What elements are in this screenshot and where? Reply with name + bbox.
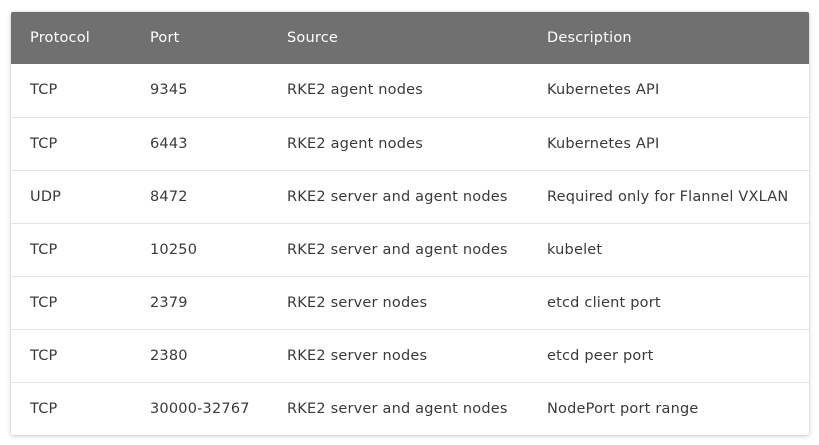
table-row: TCP 2379 RKE2 server nodes etcd client p… [11,276,809,329]
table-row: TCP 9345 RKE2 agent nodes Kubernetes API [11,64,809,117]
table-row: TCP 6443 RKE2 agent nodes Kubernetes API [11,117,809,170]
source-cell: RKE2 server and agent nodes [287,188,508,205]
protocol-cell: TCP [30,400,58,417]
protocol-cell: TCP [30,82,58,99]
source-cell: RKE2 server nodes [287,347,428,364]
description-cell: Kubernetes API [547,82,660,99]
port-cell: 8472 [150,188,188,205]
column-header-protocol: Protocol [30,30,91,46]
table-row: TCP 30000-32767 RKE2 server and agent no… [11,382,809,435]
source-cell: RKE2 server nodes [287,294,428,311]
column-header-port: Port [150,30,180,46]
description-cell: etcd peer port [547,347,654,364]
description-cell: kubelet [547,241,603,258]
column-header-source: Source [287,30,339,46]
port-cell: 2379 [150,294,188,311]
table-row: TCP 2380 RKE2 server nodes etcd peer por… [11,329,809,382]
protocol-cell: UDP [30,188,62,205]
description-cell: NodePort port range [547,400,699,417]
source-cell: RKE2 server and agent nodes [287,400,508,417]
protocol-cell: TCP [30,294,58,311]
protocol-cell: TCP [30,347,58,364]
ports-table-container: Protocol Port Source Description TCP 934… [11,12,809,435]
description-cell: Kubernetes API [547,135,660,152]
table-row: UDP 8472 RKE2 server and agent nodes Req… [11,170,809,223]
protocol-cell: TCP [30,241,58,258]
table-row: TCP 10250 RKE2 server and agent nodes ku… [11,223,809,276]
description-cell: etcd client port [547,294,661,311]
port-cell: 6443 [150,135,188,152]
port-cell: 9345 [150,82,188,99]
port-cell: 10250 [150,241,198,258]
inbound-ports-table: Protocol Port Source Description TCP 934… [11,12,809,435]
port-cell: 30000-32767 [150,400,250,417]
column-header-description: Description [547,30,632,46]
table-header: Protocol Port Source Description [11,12,809,64]
description-cell: Required only for Flannel VXLAN [547,188,789,205]
table-body: TCP 9345 RKE2 agent nodes Kubernetes API… [11,64,809,435]
header-row: Protocol Port Source Description [11,12,809,64]
protocol-cell: TCP [30,135,58,152]
source-cell: RKE2 server and agent nodes [287,241,508,258]
source-cell: RKE2 agent nodes [287,82,424,99]
port-cell: 2380 [150,347,188,364]
source-cell: RKE2 agent nodes [287,135,424,152]
